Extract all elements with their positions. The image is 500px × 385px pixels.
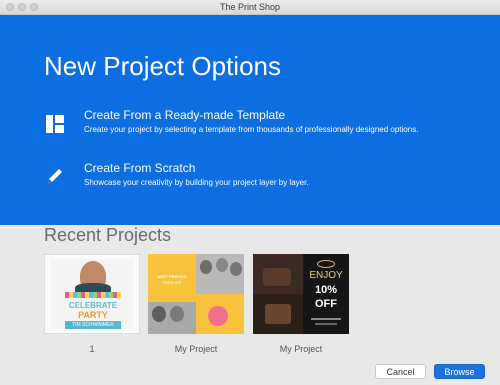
template-option-title: Create From a Ready-made Template	[84, 108, 286, 122]
window-title: The Print Shop	[219, 2, 281, 12]
print-shop-window: The Print Shop New Project Options Creat…	[0, 0, 500, 385]
template-option-description: Create your project by selecting a templ…	[84, 125, 419, 134]
pencil-icon	[48, 169, 62, 183]
recent-project-label-1: 1	[89, 344, 95, 354]
recent-project-thumb-1[interactable]: CELEBRATE PARTY TIM SCHWIMMER	[44, 254, 140, 334]
new-project-panel: New Project Options Create From a Ready-…	[0, 15, 500, 225]
scratch-option-title: Create From Scratch	[84, 161, 196, 175]
recent-project-label-2: My Project	[174, 344, 218, 354]
template-layout-icon	[46, 115, 64, 133]
crown-icon	[317, 260, 335, 268]
minimize-window-button[interactable]	[18, 3, 26, 11]
cancel-button[interactable]: Cancel	[375, 364, 426, 379]
browse-button[interactable]: Browse	[434, 364, 485, 379]
recent-project-thumb-3[interactable]: ENJOY 10% OFF	[253, 254, 349, 334]
zoom-window-button[interactable]	[30, 3, 38, 11]
page-title: New Project Options	[44, 51, 281, 81]
scratch-option-description: Showcase your creativity by building you…	[84, 178, 309, 187]
recent-project-thumb-2[interactable]: BEST FRIENDS FOREVER	[148, 254, 244, 334]
recent-project-label-3: My Project	[279, 344, 323, 354]
candles-decoration	[65, 292, 121, 298]
close-window-button[interactable]	[6, 3, 14, 11]
title-bar: The Print Shop	[0, 0, 500, 15]
recent-projects-title: Recent Projects	[44, 225, 172, 245]
